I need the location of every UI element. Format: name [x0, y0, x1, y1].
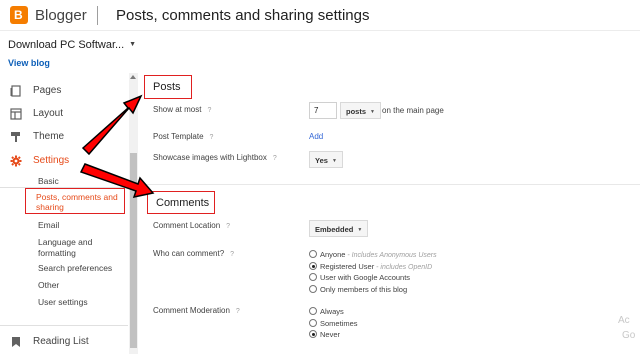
blogger-settings-screen: B Blogger Posts, comments and sharing se… [0, 0, 640, 354]
activation-watermark: Go [622, 330, 636, 341]
annotation-arrow-posts [81, 94, 143, 156]
annotation-arrows [79, 94, 155, 199]
activation-watermark: Ac [618, 315, 630, 326]
annotation-arrow-comments [79, 163, 155, 199]
